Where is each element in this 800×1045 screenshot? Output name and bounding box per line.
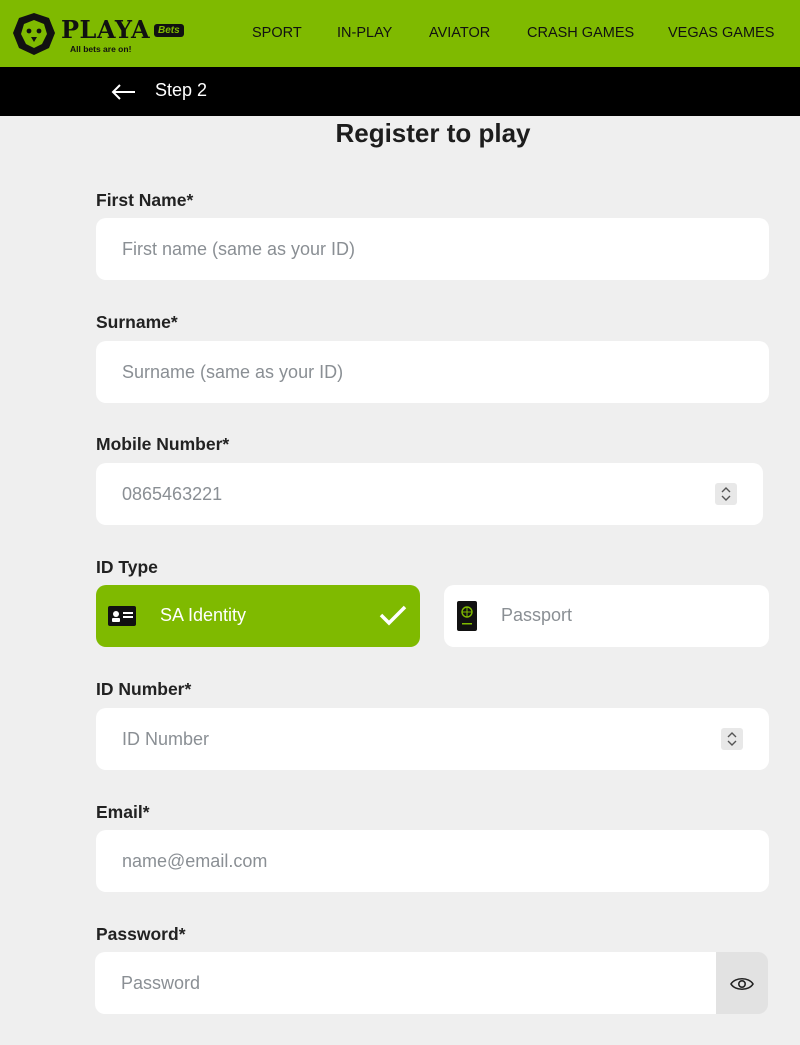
surname-input[interactable] xyxy=(96,341,769,403)
id-type-passport-option[interactable]: Passport xyxy=(444,585,769,647)
nav-aviator[interactable]: AVIATOR xyxy=(429,0,490,67)
id-type-label: ID Type xyxy=(96,557,158,577)
eye-icon xyxy=(730,977,754,991)
required-mark: * xyxy=(142,802,150,822)
required-mark: * xyxy=(170,312,178,332)
stepper-arrows-icon xyxy=(727,732,737,746)
email-input[interactable] xyxy=(96,830,769,892)
required-mark: * xyxy=(222,434,230,454)
id-number-stepper[interactable] xyxy=(721,728,743,750)
email-label: Email* xyxy=(96,802,150,823)
required-mark: * xyxy=(178,924,186,944)
arrow-left-icon xyxy=(111,84,135,100)
email-label-text: Email xyxy=(96,802,143,822)
top-navigation-bar: PLAYA Bets All bets are on! SPORT IN-PLA… xyxy=(0,0,800,67)
password-label-text: Password xyxy=(96,924,179,944)
password-label: Password* xyxy=(96,924,186,945)
nav-crash-games[interactable]: CRASH GAMES xyxy=(527,0,634,67)
required-mark: * xyxy=(186,190,194,210)
first-name-label-text: First Name xyxy=(96,190,187,210)
stepper-arrows-icon xyxy=(721,487,731,501)
id-number-label-text: ID Number xyxy=(96,679,185,699)
surname-label: Surname* xyxy=(96,312,178,333)
step-label: Step 2 xyxy=(155,80,208,100)
brand-tagline: All bets are on! xyxy=(70,44,132,54)
mobile-number-label-text: Mobile Number xyxy=(96,434,223,454)
id-number-input[interactable] xyxy=(96,708,769,770)
nav-vegas-games[interactable]: VEGAS GAMES xyxy=(668,0,774,67)
step-bar: Step 2 xyxy=(0,67,800,116)
id-card-icon xyxy=(108,606,136,626)
brand-badge: Bets xyxy=(154,24,184,37)
id-type-sa-identity-option[interactable]: SA Identity xyxy=(96,585,420,647)
sa-identity-label: SA Identity xyxy=(160,605,247,625)
back-button[interactable] xyxy=(111,81,137,108)
password-input[interactable] xyxy=(95,952,717,1014)
page-title: Register to play xyxy=(335,118,531,148)
mobile-number-input[interactable] xyxy=(96,463,763,525)
checkmark-icon xyxy=(379,605,407,626)
nav-in-play[interactable]: IN-PLAY xyxy=(337,0,392,67)
brand-name: PLAYA xyxy=(61,15,151,44)
first-name-label: First Name* xyxy=(96,190,193,211)
mobile-number-label: Mobile Number* xyxy=(96,434,229,455)
id-number-label: ID Number* xyxy=(96,679,191,700)
nav-sport[interactable]: SPORT xyxy=(252,0,302,67)
passport-icon xyxy=(457,601,477,631)
playa-bets-logo[interactable]: PLAYA Bets All bets are on! xyxy=(11,12,191,58)
required-mark: * xyxy=(184,679,192,699)
surname-label-text: Surname xyxy=(96,312,171,332)
mobile-number-stepper[interactable] xyxy=(715,483,737,505)
toggle-password-visibility-button[interactable] xyxy=(716,952,768,1014)
passport-label: Passport xyxy=(501,605,573,625)
lion-logo-icon xyxy=(13,13,55,55)
first-name-input[interactable] xyxy=(96,218,769,280)
